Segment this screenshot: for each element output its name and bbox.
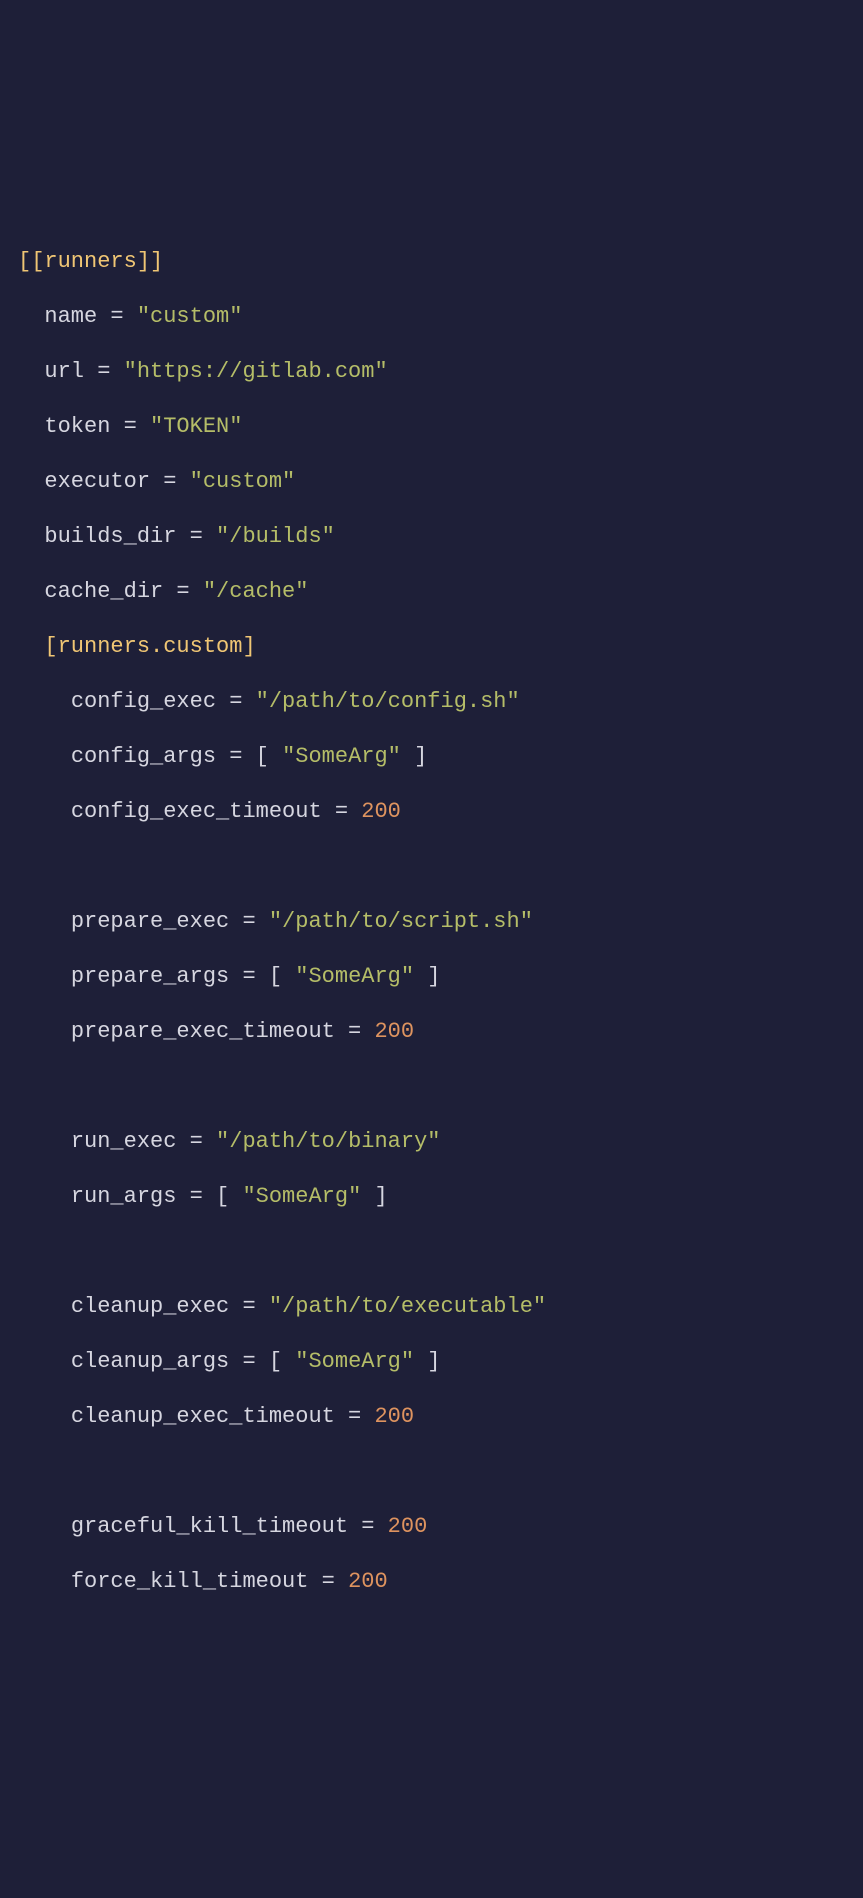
val-cache-dir: "/cache" (203, 579, 309, 604)
val-cleanup-args: "SomeArg" (295, 1349, 414, 1374)
key-run-exec: run_exec (71, 1129, 177, 1154)
val-config-args: "SomeArg" (282, 744, 401, 769)
val-name: "custom" (137, 304, 243, 329)
key-name: name (44, 304, 97, 329)
val-config-exec-timeout: 200 (361, 799, 401, 824)
bracket-close: ] (414, 1349, 440, 1374)
equals: = (229, 1349, 269, 1374)
key-prepare-exec-timeout: prepare_exec_timeout (71, 1019, 335, 1044)
equals: = (308, 1569, 348, 1594)
bracket-close: ] (401, 744, 427, 769)
equals: = (163, 579, 203, 604)
key-cleanup-args: cleanup_args (71, 1349, 229, 1374)
bracket-close: ] (414, 964, 440, 989)
bracket-open: [ (269, 964, 295, 989)
key-executor: executor (44, 469, 150, 494)
section-header: [[runners]] (18, 249, 163, 274)
equals: = (348, 1514, 388, 1539)
equals: = (322, 799, 362, 824)
key-run-args: run_args (71, 1184, 177, 1209)
val-force-kill-timeout: 200 (348, 1569, 388, 1594)
section-custom: [runners.custom] (44, 634, 255, 659)
key-config-args: config_args (71, 744, 216, 769)
key-cache-dir: cache_dir (44, 579, 163, 604)
equals: = (97, 304, 137, 329)
code-block: [[runners]] name = "custom" url = "https… (18, 234, 845, 1609)
equals: = (216, 689, 256, 714)
equals: = (176, 524, 216, 549)
key-prepare-exec: prepare_exec (71, 909, 229, 934)
val-prepare-exec-timeout: 200 (374, 1019, 414, 1044)
key-cleanup-exec: cleanup_exec (71, 1294, 229, 1319)
bracket-open: [ (269, 1349, 295, 1374)
val-run-exec: "/path/to/binary" (216, 1129, 440, 1154)
val-graceful-kill-timeout: 200 (388, 1514, 428, 1539)
key-force-kill-timeout: force_kill_timeout (71, 1569, 309, 1594)
equals: = (176, 1129, 216, 1154)
equals: = (216, 744, 256, 769)
key-config-exec: config_exec (71, 689, 216, 714)
bracket-close: ] (361, 1184, 387, 1209)
val-run-args: "SomeArg" (242, 1184, 361, 1209)
val-url: "https://gitlab.com" (124, 359, 388, 384)
equals: = (110, 414, 150, 439)
equals: = (176, 1184, 216, 1209)
val-cleanup-exec-timeout: 200 (374, 1404, 414, 1429)
bracket-open: [ (216, 1184, 242, 1209)
equals: = (150, 469, 190, 494)
equals: = (229, 909, 269, 934)
key-url: url (44, 359, 84, 384)
equals: = (229, 1294, 269, 1319)
val-cleanup-exec: "/path/to/executable" (269, 1294, 546, 1319)
key-graceful-kill-timeout: graceful_kill_timeout (71, 1514, 348, 1539)
key-token: token (44, 414, 110, 439)
equals: = (84, 359, 124, 384)
key-builds-dir: builds_dir (44, 524, 176, 549)
val-builds-dir: "/builds" (216, 524, 335, 549)
val-token: "TOKEN" (150, 414, 242, 439)
key-cleanup-exec-timeout: cleanup_exec_timeout (71, 1404, 335, 1429)
bracket-open: [ (256, 744, 282, 769)
key-prepare-args: prepare_args (71, 964, 229, 989)
equals: = (335, 1019, 375, 1044)
val-prepare-exec: "/path/to/script.sh" (269, 909, 533, 934)
equals: = (335, 1404, 375, 1429)
key-config-exec-timeout: config_exec_timeout (71, 799, 322, 824)
equals: = (229, 964, 269, 989)
val-prepare-args: "SomeArg" (295, 964, 414, 989)
val-config-exec: "/path/to/config.sh" (256, 689, 520, 714)
val-executor: "custom" (190, 469, 296, 494)
